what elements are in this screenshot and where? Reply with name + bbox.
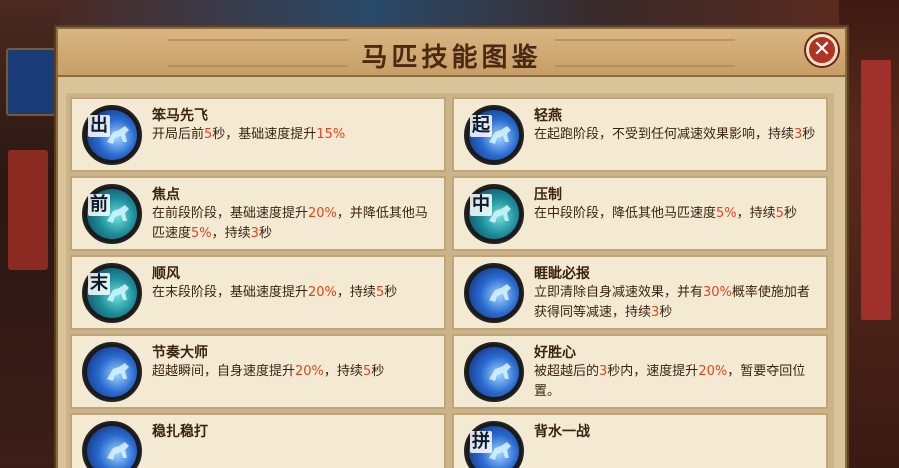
teal-horse-icon: 中 [464,184,524,244]
panel-title: 马匹技能图鉴 [361,43,542,73]
background-right [839,0,899,466]
skill-card[interactable]: 节奏大师 超越瞬间，自身速度提升20%，持续5秒 [70,334,446,409]
skill-description: 在末段阶段，基础速度提升20%，持续5秒 [152,283,437,303]
skill-name: 稳扎稳打 [152,424,208,440]
description-text: 秒 [384,285,398,300]
highlight-value: 3 [250,226,259,241]
skill-description: 在中段阶段，降低其他马匹速度5%，持续5秒 [534,204,819,224]
skill-name: 焦点 [152,187,180,203]
description-text: 秒 [258,226,272,241]
skill-card[interactable]: 出 笨马先飞 开局后前5秒，基础速度提升15% [70,97,446,172]
rearing-horse-icon [464,342,524,402]
description-text: 秒，基础速度提升 [212,127,317,142]
description-text: 在起跑阶段，不受到任何减速效果影响，持续 [534,127,795,142]
skill-card[interactable]: 末顺风 在末段阶段，基础速度提升20%，持续5秒 [70,255,446,330]
skill-list[interactable]: 出笨马先飞 开局后前5秒，基础速度提升15% 起轻燕 在起跑阶段，不受到任何减速效果影… [66,93,834,468]
skill-description: 开局后前5秒，基础速度提升15% [152,125,437,145]
skill-description: 在前段阶段，基础速度提升20%，并降低其他马匹速度5%，持续3秒 [152,204,437,244]
horse-icon: 拼 [464,421,524,468]
description-text: ，持续 [736,206,776,221]
skill-name: 压制 [534,187,562,203]
highlight-value: 15% [316,127,346,142]
background-left [0,0,60,466]
highlight-value: 5 [362,364,372,379]
background-banner-right [861,60,891,320]
skill-description: 在起跑阶段，不受到任何减速效果影响，持续3秒 [534,125,819,145]
skill-name: 睚眦必报 [534,266,590,282]
skill-glyph: 起 [470,115,492,137]
close-button[interactable]: ✕ [806,34,838,66]
highlight-value: 5% [191,226,212,241]
teal-horse-icon: 出 [82,105,142,165]
description-text: 立即清除自身减速效果，并有 [534,285,704,300]
skill-card[interactable]: 起 轻燕 在起跑阶段，不受到任何减速效果影响，持续3秒 [452,97,828,172]
blade-icon [464,263,524,323]
teal-horse-icon: 末 [82,263,142,323]
highlight-value: 20% [295,364,324,379]
skill-name: 轻燕 [534,108,562,124]
skill-card[interactable]: 好胜心 被超越后的3秒内，速度提升20%，暂要夺回位置。 [452,334,828,409]
highlight-value: 20% [698,364,728,379]
description-text: 在中段阶段，降低其他马匹速度 [534,206,717,221]
skill-glyph: 中 [470,194,492,216]
skill-name: 背水一战 [534,424,590,440]
skill-glyph: 拼 [470,431,492,453]
highlight-value: 20% [308,206,337,221]
description-text: 秒 [783,206,797,221]
description-text: 被超越后的 [534,364,600,379]
skill-name: 顺风 [152,266,180,282]
background-sign [6,48,56,116]
skill-glyph: 前 [88,194,110,216]
description-text: ，持续 [211,226,251,241]
highlight-value: 20% [308,285,337,300]
skill-card[interactable]: 稳扎稳打 [70,413,446,468]
description-text: ，持续 [323,364,363,379]
description-text: ，持续 [336,285,376,300]
description-text: 在前段阶段，基础速度提升 [152,206,309,221]
description-text: 秒 [659,305,673,320]
skill-description: 立即清除自身减速效果，并有30%概率使施加者获得同等减速，持续3秒 [534,283,819,323]
panel-header: 马匹技能图鉴 [58,29,845,77]
description-text: 秒内，速度提升 [607,364,699,379]
skill-name: 好胜心 [534,345,576,361]
teal-horse-icon: 前 [82,184,142,244]
description-text: 秒 [802,127,816,142]
highlight-value: 5 [375,285,385,300]
cloud-horse-icon [82,342,142,402]
highlight-value: 30% [703,285,732,300]
skill-grid: 出笨马先飞 开局后前5秒，基础速度提升15% 起轻燕 在起跑阶段，不受到任何减速效果影… [70,97,830,468]
skill-card[interactable]: 拼 背水一战 [452,413,828,468]
description-text: 开局后前 [152,127,205,142]
description-text: 在末段阶段，基础速度提升 [152,285,309,300]
skill-name: 笨马先飞 [152,108,208,124]
skill-codex-panel: 马匹技能图鉴 出笨马先飞 开局后前5秒，基础速度提升15% 起轻燕 在起跑阶段，不受到… [56,27,847,468]
skill-card[interactable]: 睚眦必报 立即清除自身减速效果，并有30%概率使施加者获得同等减速，持续3秒 [452,255,828,330]
description-text: 秒 [371,364,385,379]
description-text: 超越瞬间，自身速度提升 [152,364,296,379]
skill-card[interactable]: 前 焦点 在前段阶段，基础速度提升20%，并降低其他马匹速度5%，持续3秒 [70,176,446,251]
highlight-value: 5 [775,206,784,221]
skill-glyph: 末 [88,273,110,295]
horse-icon [82,421,142,468]
skill-card[interactable]: 中压制 在中段阶段，降低其他马匹速度5%，持续5秒 [452,176,828,251]
skill-description: 超越瞬间，自身速度提升20%，持续5秒 [152,362,437,382]
skill-name: 节奏大师 [152,345,208,361]
background-top [60,0,839,30]
skill-description: 被超越后的3秒内，速度提升20%，暂要夺回位置。 [534,362,819,402]
skill-glyph: 出 [88,115,110,137]
teal-horse-icon: 起 [464,105,524,165]
highlight-value: 5% [716,206,737,221]
background-banner [8,150,48,270]
